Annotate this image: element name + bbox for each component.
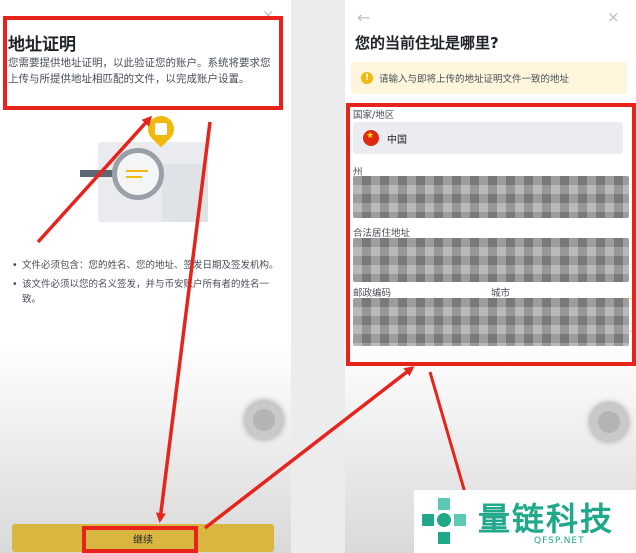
notice-text: 请输入与即将上传的地址证明文件一致的地址 bbox=[379, 74, 570, 85]
postal-code-input[interactable] bbox=[353, 298, 629, 346]
list-item: 该文件必须以您的名义签发，并与币安账户所有者的姓名一致。 bbox=[12, 277, 280, 307]
envelope-flap bbox=[162, 164, 208, 222]
page-title: 您的当前住址是哪里? bbox=[355, 34, 499, 52]
magnifier-handle bbox=[80, 170, 116, 177]
city-label: 城市 bbox=[491, 288, 511, 299]
address-proof-screen: × 地址证明 您需要提供地址证明，以此验证您的账户。系统将要求您上传与所提供地址… bbox=[0, 0, 291, 553]
document-magnifier-illustration bbox=[80, 110, 210, 227]
text-line bbox=[126, 170, 148, 172]
current-address-screen: ← × 您的当前住址是哪里? ! 请输入与即将上传的地址证明文件一致的地址 国家… bbox=[345, 0, 636, 553]
address-label: 合法居住地址 bbox=[353, 228, 411, 239]
magnifier-icon bbox=[112, 148, 164, 200]
watermark-logo-icon bbox=[422, 498, 466, 544]
country-select[interactable]: ★ 中国 bbox=[353, 122, 623, 154]
list-item: 文件必须包含：您的姓名、您的地址、签发日期及签发机构。 bbox=[12, 258, 280, 273]
continue-button[interactable]: 继续 bbox=[12, 524, 274, 552]
floating-assistant-button[interactable] bbox=[589, 402, 629, 442]
watermark-text: 量链科技 bbox=[478, 500, 615, 538]
china-flag-icon: ★ bbox=[363, 130, 379, 146]
postal-code-label: 邮政编码 bbox=[353, 288, 392, 299]
address-input[interactable] bbox=[353, 238, 629, 282]
floating-assistant-button[interactable] bbox=[244, 400, 284, 440]
watermark: 量链科技 QFSP.NET bbox=[414, 490, 636, 553]
info-icon: ! bbox=[361, 72, 373, 84]
page-description: 您需要提供地址证明，以此验证您的账户。系统将要求您上传与所提供地址相匹配的文件，… bbox=[8, 57, 271, 85]
text-line bbox=[126, 176, 142, 178]
notice-banner: ! 请输入与即将上传的地址证明文件一致的地址 bbox=[351, 62, 627, 94]
state-input[interactable] bbox=[353, 176, 629, 218]
watermark-url: QFSP.NET bbox=[534, 536, 585, 546]
close-icon[interactable]: × bbox=[262, 6, 275, 24]
country-value: 中国 bbox=[387, 135, 407, 146]
requirements-list: 文件必须包含：您的姓名、您的地址、签发日期及签发机构。 该文件必须以您的名义签发… bbox=[12, 258, 280, 311]
close-icon[interactable]: × bbox=[607, 8, 620, 26]
back-arrow-icon[interactable]: ← bbox=[357, 8, 370, 27]
page-title: 地址证明 bbox=[8, 35, 76, 55]
country-label: 国家/地区 bbox=[353, 110, 395, 121]
